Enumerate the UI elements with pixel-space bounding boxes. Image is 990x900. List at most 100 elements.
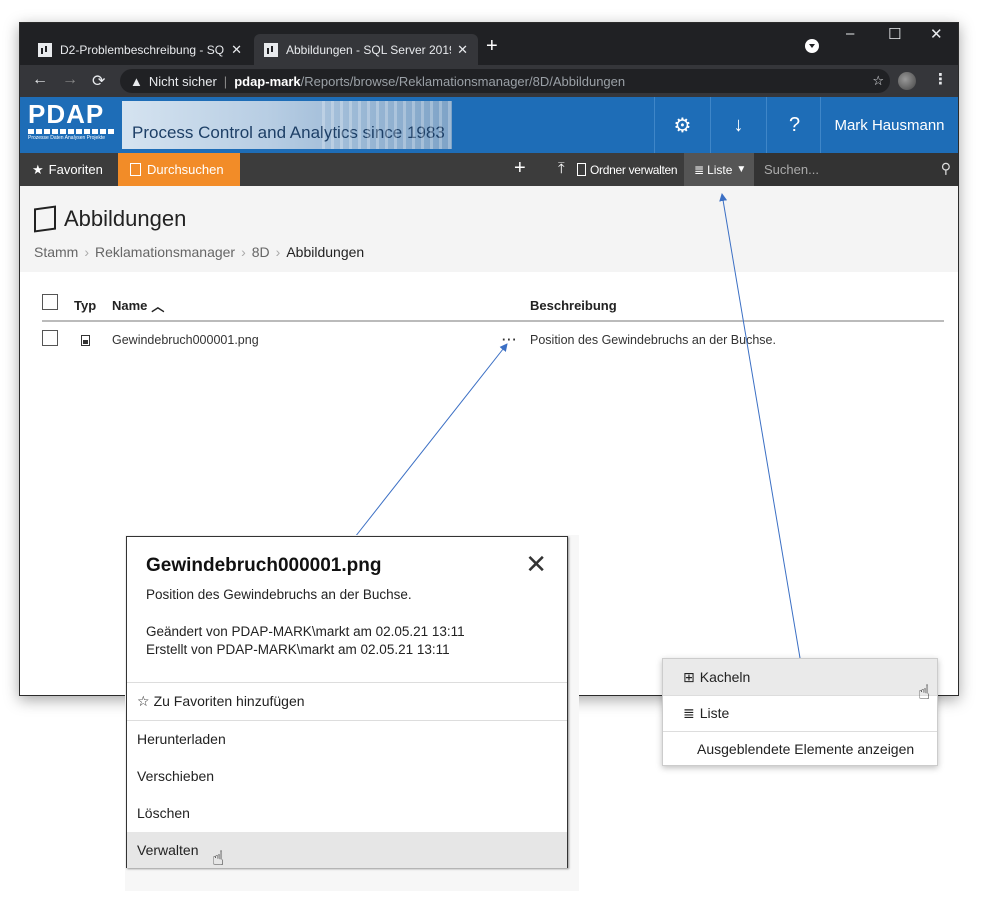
user-menu-button[interactable]: Mark Hausmann bbox=[820, 97, 958, 153]
column-type[interactable]: Typ bbox=[74, 290, 96, 320]
download-button[interactable]: ↓ bbox=[710, 97, 766, 153]
view-list-option[interactable]: ≣ Liste bbox=[663, 695, 937, 731]
header-slogan: Process Control and Analytics since 1983 bbox=[132, 123, 445, 142]
report-favicon-icon bbox=[264, 42, 278, 57]
search-icon[interactable]: ⚲ bbox=[941, 160, 951, 177]
browser-menu-icon[interactable]: ⋮ bbox=[933, 70, 948, 88]
folder-icon bbox=[130, 163, 141, 176]
favorites-label: Favoriten bbox=[48, 162, 103, 177]
breadcrumb-item-8d[interactable]: 8D bbox=[252, 244, 270, 260]
close-tab-icon[interactable]: ✕ bbox=[457, 42, 468, 58]
view-toggle-button[interactable]: ≣ Liste ▼ bbox=[684, 153, 754, 186]
folder-outline-icon bbox=[577, 163, 586, 176]
browse-label: Durchsuchen bbox=[147, 162, 224, 177]
maximize-icon[interactable]: ☐ bbox=[888, 25, 901, 43]
hand-cursor-icon: ☝ bbox=[212, 848, 225, 870]
page-title: Abbildungen bbox=[34, 205, 186, 233]
download-menu-item[interactable]: Herunterladen bbox=[127, 721, 567, 757]
manage-folder-label: Ordner verwalten bbox=[590, 162, 678, 177]
column-description[interactable]: Beschreibung bbox=[530, 290, 617, 320]
tab-title: D2-Problembeschreibung - SQL Se bbox=[60, 42, 225, 57]
modified-info: Geändert von PDAP-MARK\markt am 02.05.21… bbox=[146, 624, 465, 639]
close-icon[interactable]: ✕ bbox=[525, 551, 547, 577]
new-tab-button[interactable]: + bbox=[486, 36, 498, 56]
chevron-right-icon: › bbox=[275, 244, 281, 260]
more-options-button[interactable]: ··· bbox=[502, 326, 518, 354]
popover-metadata: Geändert von PDAP-MARK\markt am 02.05.21… bbox=[146, 623, 465, 659]
upload-icon[interactable]: ⤒ bbox=[558, 160, 565, 177]
help-button[interactable]: ? bbox=[766, 97, 822, 153]
close-window-icon[interactable]: ✕ bbox=[930, 25, 943, 43]
delete-menu-item[interactable]: Löschen bbox=[127, 795, 567, 831]
manage-menu-item[interactable]: Verwalten bbox=[127, 832, 567, 868]
reload-icon[interactable]: ⟳ bbox=[92, 71, 105, 91]
url-field[interactable]: ▲ Nicht sicher | pdap-mark /Reports/brow… bbox=[120, 69, 890, 93]
popover-description: Position des Gewindebruchs an der Buchse… bbox=[146, 587, 412, 602]
warning-icon: ▲ bbox=[130, 73, 143, 89]
search-input[interactable] bbox=[764, 162, 924, 177]
chevron-right-icon: › bbox=[84, 244, 90, 260]
page-header: Abbildungen Stamm › Reklamationsmanager … bbox=[20, 186, 958, 272]
folder-open-icon bbox=[34, 205, 56, 233]
add-to-favorites-button[interactable]: ☆ Zu Favoriten hinzufügen bbox=[127, 683, 567, 719]
view-list-label: Liste bbox=[699, 705, 730, 721]
close-tab-icon[interactable]: ✕ bbox=[231, 42, 242, 58]
search-box: ⚲ bbox=[754, 153, 958, 186]
url-separator: | bbox=[223, 73, 228, 89]
browser-address-bar: ← → ⟳ ▲ Nicht sicher | pdap-mark /Report… bbox=[20, 65, 958, 97]
chevron-down-icon: ▼ bbox=[736, 164, 747, 175]
logo-text: PDAP bbox=[28, 99, 105, 129]
pdap-logo[interactable]: PDAP Prozesse Daten Analysen Projekte bbox=[28, 101, 120, 145]
back-arrow-icon[interactable]: ← bbox=[32, 71, 48, 89]
minimize-icon[interactable]: – bbox=[846, 25, 854, 42]
breadcrumb-item-current: Abbildungen bbox=[286, 244, 365, 260]
move-menu-item[interactable]: Verschieben bbox=[127, 758, 567, 794]
browser-tab-bar: D2-Problembeschreibung - SQL Se ✕ Abbild… bbox=[20, 23, 958, 65]
forward-arrow-icon[interactable]: → bbox=[62, 71, 78, 89]
browser-tab-2-active[interactable]: Abbildungen - SQL Server 2019 Re ✕ bbox=[254, 34, 478, 65]
show-hidden-items-option[interactable]: Ausgeblendete Elemente anzeigen bbox=[663, 731, 937, 767]
breadcrumb-item-stamm[interactable]: Stamm bbox=[34, 244, 78, 260]
favorites-button[interactable]: ★ Favoriten bbox=[20, 153, 115, 186]
popover-title: Gewindebruch000001.png bbox=[146, 555, 382, 576]
created-info: Erstellt von PDAP-MARK\markt am 02.05.21… bbox=[146, 642, 450, 657]
tab-title: Abbildungen - SQL Server 2019 Re bbox=[286, 42, 451, 57]
manage-folder-button[interactable]: Ordner verwalten bbox=[577, 153, 678, 186]
hand-cursor-icon: ☝ bbox=[918, 682, 931, 704]
add-to-favorites-label: Zu Favoriten hinzufügen bbox=[153, 693, 305, 709]
url-path: /Reports/browse/Reklamationsmanager/8D/A… bbox=[300, 73, 626, 89]
bookmark-star-icon[interactable]: ☆ bbox=[872, 73, 884, 89]
row-checkbox[interactable] bbox=[42, 330, 58, 346]
view-tiles-option[interactable]: ⊞ Kacheln bbox=[663, 659, 937, 695]
header-banner: Process Control and Analytics since 1983 bbox=[122, 101, 452, 149]
view-dropdown-menu: ⊞ Kacheln ≣ Liste Ausgeblendete Elemente… bbox=[662, 658, 938, 766]
profile-menu-icon[interactable] bbox=[805, 39, 819, 53]
item-context-popover: Gewindebruch000001.png ✕ Position des Ge… bbox=[126, 536, 568, 868]
portal-toolbar: ★ Favoriten Durchsuchen + ⤒ Ordner verwa… bbox=[20, 153, 958, 186]
table-row[interactable]: Gewindebruch000001.png ··· Position des … bbox=[42, 326, 944, 354]
logo-subtitle: Prozesse Daten Analysen Projekte bbox=[28, 135, 105, 141]
image-file-icon bbox=[81, 326, 90, 354]
url-host: pdap-mark bbox=[234, 73, 301, 89]
help-icon: ? bbox=[788, 113, 801, 136]
grid-icon: ⊞ bbox=[683, 668, 695, 685]
browser-tab-1[interactable]: D2-Problembeschreibung - SQL Se ✕ bbox=[28, 34, 252, 65]
star-outline-icon: ☆ bbox=[137, 692, 150, 709]
extension-icon[interactable] bbox=[898, 72, 916, 90]
list-icon: ≣ bbox=[694, 162, 705, 177]
security-label: Nicht sicher bbox=[148, 73, 217, 89]
view-tiles-label: Kacheln bbox=[699, 669, 751, 685]
report-favicon-icon bbox=[38, 42, 52, 57]
file-name-link[interactable]: Gewindebruch000001.png bbox=[112, 326, 259, 354]
app-header: PDAP Prozesse Daten Analysen Projekte Pr… bbox=[20, 97, 958, 153]
download-arrow-icon: ↓ bbox=[733, 113, 744, 136]
breadcrumb-item-reklamationsmanager[interactable]: Reklamationsmanager bbox=[95, 244, 235, 260]
sort-ascending-icon: ︿ bbox=[151, 298, 165, 314]
browse-button[interactable]: Durchsuchen bbox=[118, 153, 240, 186]
breadcrumb: Stamm › Reklamationsmanager › 8D › Abbil… bbox=[34, 244, 364, 260]
settings-button[interactable]: ⚙ bbox=[654, 97, 710, 153]
new-item-button[interactable]: + bbox=[514, 157, 526, 179]
select-all-checkbox[interactable] bbox=[42, 294, 58, 310]
gear-icon: ⚙ bbox=[673, 114, 692, 137]
column-name[interactable]: Name ︿ bbox=[112, 290, 164, 320]
